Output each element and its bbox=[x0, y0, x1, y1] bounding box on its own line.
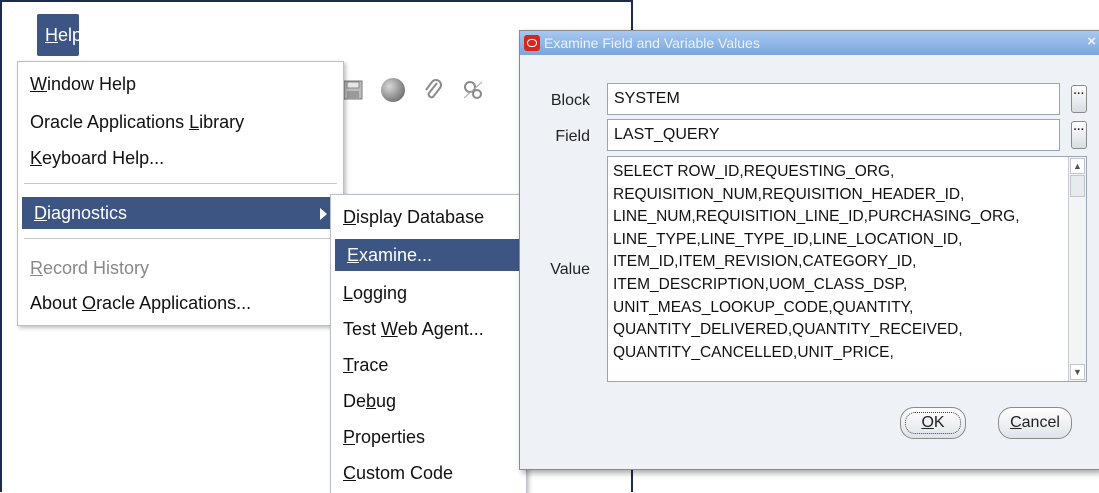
menu-item-hotkey: R bbox=[30, 258, 43, 278]
window-border bbox=[0, 0, 2, 492]
value-line: LINE_TYPE,LINE_TYPE_ID,LINE_LOCATION_ID, bbox=[613, 230, 963, 248]
menu-item-display-database[interactable]: Display Database bbox=[331, 201, 526, 233]
menu-help-label: elp bbox=[58, 25, 83, 45]
block-label: Block bbox=[550, 92, 590, 109]
menu-item-diagnostics[interactable]: Diagnostics bbox=[22, 197, 337, 229]
cancel-button[interactable]: Cancel bbox=[998, 407, 1072, 439]
menu-item-label: eb Agent... bbox=[397, 319, 484, 339]
menu-item-label: ug bbox=[376, 391, 397, 411]
menu-item-label: ibrary bbox=[199, 112, 245, 132]
value-line: ITEM_ID,ITEM_REVISION,CATEGORY_ID, bbox=[613, 253, 917, 271]
menu-item-hotkey: E bbox=[347, 245, 360, 265]
value-line: QUANTITY_DELIVERED,QUANTITY_RECEIVED, bbox=[613, 321, 963, 339]
menu-item-hotkey: W bbox=[381, 319, 398, 339]
dialog-title: Examine Field and Variable Values bbox=[544, 35, 760, 51]
menu-item-hotkey: K bbox=[30, 148, 43, 168]
value-text: SELECT ROW_ID,REQUESTING_ORG, REQUISITIO… bbox=[608, 157, 1086, 364]
menu-item-label: About bbox=[30, 293, 83, 313]
oracle-logo-icon bbox=[524, 35, 540, 51]
menu-help-hotkey: H bbox=[45, 25, 58, 45]
value-textarea[interactable]: SELECT ROW_ID,REQUESTING_ORG, REQUISITIO… bbox=[607, 156, 1087, 382]
menu-item-hotkey: T bbox=[343, 355, 354, 375]
toolbar bbox=[340, 70, 486, 110]
cancel-hotkey: C bbox=[1010, 414, 1022, 431]
scroll-up-icon[interactable]: ▲ bbox=[1070, 158, 1085, 174]
menu-item-hotkey: D bbox=[343, 207, 356, 227]
menu-item-logging[interactable]: Logging bbox=[331, 277, 526, 309]
menu-separator bbox=[24, 183, 337, 184]
menu-item-label: ecord History bbox=[43, 258, 150, 278]
field-field[interactable]: LAST_QUERY bbox=[607, 119, 1060, 151]
menu-item-hotkey: W bbox=[30, 74, 47, 94]
menu-item-label: eyboard Help... bbox=[42, 148, 165, 168]
value-scrollbar[interactable]: ▲ ▼ bbox=[1068, 157, 1086, 381]
menu-item-trace[interactable]: Trace bbox=[331, 349, 526, 381]
menu-item-label: iagnostics bbox=[47, 203, 128, 223]
menu-separator bbox=[24, 238, 337, 239]
value-line: REQUISITION_NUM,REQUISITION_HEADER_ID, bbox=[613, 185, 965, 203]
menu-item-label: Test bbox=[343, 319, 382, 339]
value-line: UNIT_MEAS_LOOKUP_CODE,QUANTITY, bbox=[613, 298, 914, 316]
scroll-down-icon[interactable]: ▼ bbox=[1070, 364, 1085, 380]
field-label: Field bbox=[555, 128, 590, 145]
menu-item-hotkey: L bbox=[343, 283, 354, 303]
menu-item-label: roperties bbox=[355, 427, 426, 447]
field-lov-button[interactable]: ··· bbox=[1071, 121, 1087, 149]
menu-item-custom-code[interactable]: Custom Code bbox=[331, 457, 526, 489]
focus-ring bbox=[905, 412, 961, 434]
menu-help[interactable]: Help bbox=[37, 14, 83, 56]
dialog-titlebar[interactable]: Examine Field and Variable Values × bbox=[520, 31, 1099, 55]
menu-item-hotkey: P bbox=[343, 427, 356, 447]
block-lov-button[interactable]: ··· bbox=[1071, 85, 1087, 113]
attachment-icon[interactable] bbox=[420, 77, 446, 103]
value-line: LINE_NUM,REQUISITION_LINE_ID,PURCHASING_… bbox=[613, 208, 1020, 226]
menu-item-hotkey: D bbox=[34, 203, 47, 223]
menu-item-oracle-applications-library[interactable]: Oracle Applications Library bbox=[18, 106, 244, 138]
menu-item-label: ogging bbox=[353, 283, 408, 303]
menu-item-label: xamine... bbox=[359, 245, 433, 265]
menu-item-label: Oracle Applications bbox=[30, 112, 190, 132]
menu-item-hotkey: O bbox=[82, 293, 97, 313]
menu-item-hotkey: L bbox=[189, 112, 200, 132]
menu-item-label: De bbox=[343, 391, 367, 411]
close-icon[interactable]: × bbox=[1087, 33, 1096, 50]
value-line: SELECT ROW_ID,REQUESTING_ORG, bbox=[613, 163, 895, 180]
menu-item-label: race bbox=[353, 355, 389, 375]
menu-item-about-oracle-applications[interactable]: About Oracle Applications... bbox=[18, 287, 251, 319]
menu-item-examine[interactable]: Examine... bbox=[335, 239, 524, 271]
ok-button[interactable]: OK bbox=[900, 407, 966, 439]
menu-item-label: isplay Database bbox=[356, 207, 485, 227]
menu-item-window-help[interactable]: Window Help bbox=[18, 68, 136, 100]
value-line: ITEM_DESCRIPTION,UOM_CLASS_DSP, bbox=[613, 275, 908, 293]
submenu-arrow-icon bbox=[320, 208, 327, 220]
diagnostics-submenu: Display Database Examine... Logging Test… bbox=[330, 194, 527, 493]
menu-item-test-web-agent[interactable]: Test Web Agent... bbox=[331, 313, 526, 345]
menu-item-hotkey: b bbox=[366, 391, 377, 411]
block-field[interactable]: SYSTEM bbox=[607, 83, 1060, 115]
help-menu: Window Help Oracle Applications Library … bbox=[17, 61, 344, 326]
menu-item-label: indow Help bbox=[47, 74, 137, 94]
menu-item-debug[interactable]: Debug bbox=[331, 385, 526, 417]
scroll-thumb[interactable] bbox=[1070, 175, 1085, 197]
menu-item-properties[interactable]: Properties bbox=[331, 421, 526, 453]
menu-item-record-history[interactable]: Record History bbox=[18, 252, 149, 284]
globe-icon[interactable] bbox=[380, 77, 406, 103]
value-line: QUANTITY_CANCELLED,UNIT_PRICE, bbox=[613, 343, 894, 361]
value-label: Value bbox=[550, 261, 590, 278]
menu-item-label: racle Applications... bbox=[96, 293, 252, 313]
cancel-label: ancel bbox=[1021, 414, 1060, 431]
folder-tools-icon[interactable] bbox=[460, 77, 486, 103]
menu-item-keyboard-help[interactable]: Keyboard Help... bbox=[18, 142, 164, 174]
menu-item-hotkey: C bbox=[343, 463, 356, 483]
menu-item-label: ustom Code bbox=[356, 463, 454, 483]
examine-dialog: Examine Field and Variable Values × Bloc… bbox=[519, 30, 1099, 470]
